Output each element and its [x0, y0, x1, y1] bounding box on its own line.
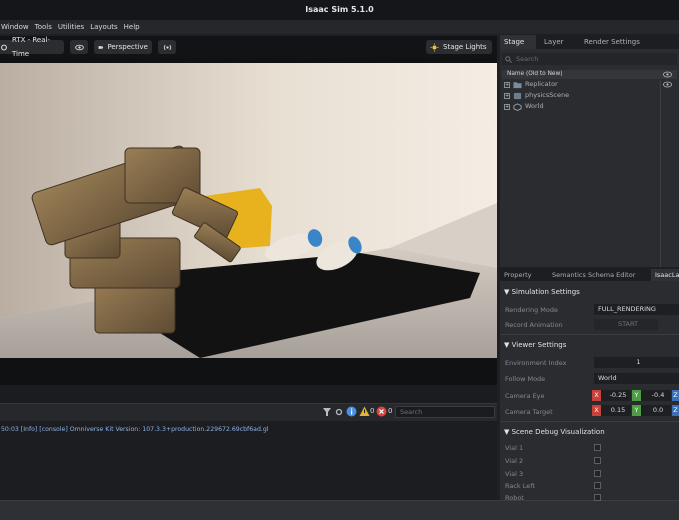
settings-icon[interactable]: [334, 407, 344, 417]
gear-icon: [1, 44, 7, 50]
stage-item-replicator[interactable]: + Replicator: [502, 79, 558, 90]
tab-property[interactable]: Property: [500, 269, 544, 281]
eye-icon: [74, 44, 84, 50]
column-divider: [660, 80, 661, 267]
vial-3-checkbox[interactable]: [594, 470, 601, 477]
rendering-mode-label: Rendering Mode: [505, 306, 558, 314]
broadcast-icon: [163, 44, 171, 50]
error-count: 0: [388, 407, 393, 415]
vial-1-checkbox[interactable]: [594, 444, 601, 451]
xform-icon: [513, 102, 522, 111]
section-divider: [500, 421, 679, 422]
stage-lights-label: Stage Lights: [443, 43, 487, 51]
follow-mode-select[interactable]: World: [594, 373, 679, 384]
stage-search-input[interactable]: Search: [502, 53, 677, 65]
status-bar: [0, 500, 679, 520]
scene-debug-header[interactable]: ▼ Scene Debug Visualization: [504, 425, 605, 439]
z-axis-badge: Z: [672, 405, 679, 416]
section-divider: [500, 334, 679, 335]
physics-icon: [513, 92, 522, 99]
camera-label: Perspective: [107, 43, 148, 51]
visibility-icon[interactable]: [663, 81, 672, 88]
expand-icon[interactable]: +: [504, 92, 510, 99]
scene-render: [0, 63, 497, 385]
debug-item-label: Rack Left: [505, 482, 535, 490]
section-title: Scene Debug Visualization: [511, 428, 605, 436]
menu-window[interactable]: Window: [0, 23, 30, 31]
z-axis-badge: Z: [672, 390, 679, 401]
debug-item-label: Vial 3: [505, 470, 524, 478]
rtx-mode-button[interactable]: RTX - Real-Time: [0, 36, 64, 58]
x-axis-badge: X: [592, 390, 601, 401]
eye-icon[interactable]: [663, 71, 672, 78]
section-title: Viewer Settings: [511, 341, 567, 349]
camera-target-y[interactable]: 0.0: [641, 405, 671, 416]
error-icon[interactable]: [376, 406, 387, 417]
camera-button[interactable]: Perspective: [94, 40, 152, 54]
stage-item-label: physicsScene: [525, 91, 570, 99]
tab-render-settings[interactable]: Render Settings: [580, 35, 652, 49]
y-axis-badge: Y: [632, 390, 641, 401]
stage-item-label: Replicator: [525, 80, 558, 88]
viewer-settings-header[interactable]: ▼ Viewer Settings: [504, 338, 566, 352]
camera-eye-y[interactable]: -0.4: [641, 390, 671, 401]
environment-index-label: Environment Index: [505, 359, 567, 367]
menu-utilities[interactable]: Utilities: [57, 23, 85, 31]
record-animation-label: Record Animation: [505, 321, 563, 329]
warning-icon[interactable]: [359, 406, 370, 417]
expand-icon[interactable]: +: [504, 81, 510, 88]
sun-icon: [430, 42, 439, 52]
debug-item-label: Robot: [505, 494, 524, 502]
start-button[interactable]: START: [594, 319, 658, 330]
camera-target-label: Camera Target: [505, 408, 553, 416]
folder-icon: [513, 81, 522, 88]
menu-layouts[interactable]: Layouts: [89, 23, 118, 31]
viewport-footer: [0, 385, 497, 403]
window-title: Isaac Sim 5.1.0: [0, 0, 679, 20]
tab-layer[interactable]: Layer: [540, 35, 576, 49]
tab-semantics-schema-editor[interactable]: Semantics Schema Editor: [548, 269, 644, 281]
debug-item-label: Vial 1: [505, 444, 524, 452]
debug-item-label: Vial 2: [505, 457, 524, 465]
camera-eye-x[interactable]: -0.25: [601, 390, 631, 401]
rtx-mode-label: RTX - Real-Time: [11, 36, 50, 58]
stage-item-label: World: [525, 102, 544, 110]
camera-icon: [98, 45, 104, 49]
menu-help[interactable]: Help: [123, 23, 141, 31]
audio-button[interactable]: [158, 40, 176, 54]
expand-icon[interactable]: +: [504, 103, 510, 110]
viewport[interactable]: [0, 58, 497, 385]
stage-lights-button[interactable]: Stage Lights: [426, 40, 492, 54]
visibility-button[interactable]: [70, 40, 88, 54]
filter-icon[interactable]: [322, 407, 332, 417]
console-log-line: 50:03 [Info] [console] Omniverse Kit Ver…: [1, 426, 269, 433]
vial-2-checkbox[interactable]: [594, 457, 601, 464]
tab-isaaclab[interactable]: IsaacLa: [651, 269, 679, 281]
camera-target-x[interactable]: 0.15: [601, 405, 631, 416]
follow-mode-label: Follow Mode: [505, 375, 546, 383]
console-search-input[interactable]: Search: [395, 406, 495, 418]
rack-left-checkbox[interactable]: [594, 482, 601, 489]
stage-item-world[interactable]: + World: [502, 101, 544, 112]
menu-tools[interactable]: Tools: [34, 23, 53, 31]
environment-index-field[interactable]: 1: [594, 357, 679, 368]
search-icon: [505, 56, 512, 63]
camera-eye-label: Camera Eye: [505, 392, 545, 400]
x-axis-badge: X: [592, 405, 601, 416]
simulation-settings-header[interactable]: ▼ Simulation Settings: [504, 285, 580, 299]
stage-column-header[interactable]: Name (Old to New): [502, 70, 677, 79]
menu-bar: Window Tools Utilities Layouts Help: [0, 20, 679, 34]
robot-checkbox[interactable]: [594, 494, 601, 501]
y-axis-badge: Y: [632, 405, 641, 416]
info-icon[interactable]: [346, 406, 357, 417]
stage-item-physicsscene[interactable]: + physicsScene: [502, 90, 569, 101]
warning-count: 0: [370, 407, 375, 415]
rendering-mode-select[interactable]: FULL_RENDERING: [594, 304, 679, 315]
tab-stage[interactable]: Stage: [500, 35, 536, 49]
section-title: Simulation Settings: [511, 288, 580, 296]
